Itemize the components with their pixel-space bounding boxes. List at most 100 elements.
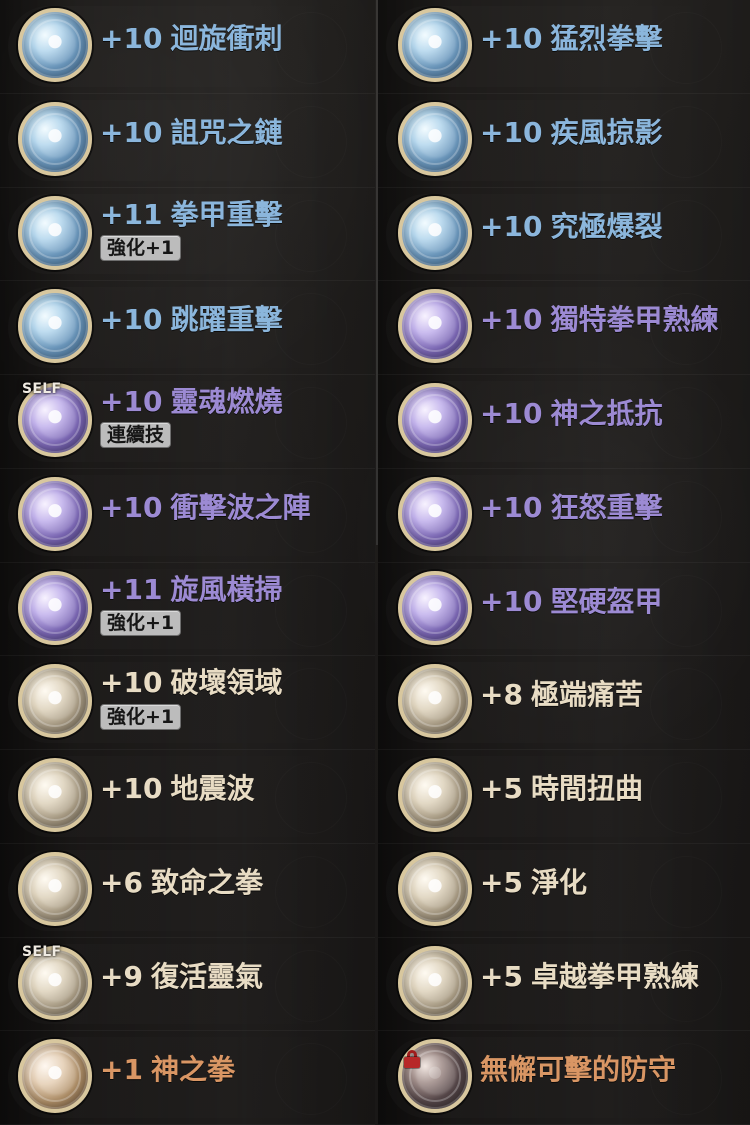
skill-name: 衝擊波之陣 (170, 490, 311, 524)
skill-level: +9 (100, 959, 143, 993)
skill-row-gauntlet-strike[interactable]: +11 拳甲重擊 強化+1 (0, 187, 375, 282)
skill-text: +10 迴旋衝刺 (100, 22, 367, 55)
skill-name: 猛烈拳擊 (550, 22, 663, 55)
skill-name: 復活靈氣 (150, 959, 263, 993)
skill-name: 淨化 (530, 865, 587, 899)
chain-curse-icon (18, 101, 92, 176)
skill-text: +10 究極爆裂 (480, 211, 742, 241)
fierce-punch-icon (398, 8, 472, 82)
skill-name: 拳甲重擊 (170, 197, 283, 231)
skill-text: +10 破壞領域 強化+1 (100, 666, 367, 730)
skill-row-gale-shadow[interactable]: +10 疾風掠影 (378, 93, 750, 188)
skill-level: +6 (100, 865, 143, 899)
leap-strike-icon (18, 289, 92, 364)
skill-row-rage-strike[interactable]: +10 狂怒重擊 (378, 468, 750, 563)
skill-level: +10 (100, 303, 163, 337)
self-tag: SELF (22, 943, 62, 960)
skill-text: +1 神之拳 (100, 1053, 367, 1087)
earthquake-wave-icon (18, 758, 92, 832)
skill-text: +10 堅硬盔甲 (480, 584, 742, 618)
gauntlet-strike-icon (18, 195, 92, 270)
deadly-fist-icon (18, 851, 92, 926)
skill-text: +10 跳躍重擊 (100, 303, 367, 337)
skill-level: +8 (480, 678, 523, 712)
skill-name: 跳躍重擊 (170, 303, 283, 337)
skill-row-swirl-dash[interactable]: +10 迴旋衝刺 (0, 0, 375, 94)
skill-text: 無懈可擊的防守 (480, 1055, 742, 1085)
god-fist-icon (18, 1039, 92, 1114)
skill-row-revival-aura[interactable]: SELF +9 復活靈氣 (0, 937, 375, 1032)
skill-text: +9 復活靈氣 (100, 959, 367, 993)
skill-text: +11 拳甲重擊 強化+1 (100, 197, 367, 261)
skill-name: 致命之拳 (150, 865, 263, 899)
hard-armor-icon (398, 570, 472, 645)
skill-text: +5 淨化 (480, 865, 742, 899)
skill-text: +5 卓越拳甲熟練 (480, 959, 742, 993)
skill-row-earthquake-wave[interactable]: +10 地震波 (0, 750, 375, 844)
skill-badge: 連續技 (100, 422, 172, 449)
skill-row-fierce-punch[interactable]: +10 猛烈拳擊 (378, 0, 750, 94)
skill-row-god-fist[interactable]: +1 神之拳 (0, 1031, 375, 1125)
skill-badge: 強化+1 (100, 234, 182, 261)
skill-row-hard-armor[interactable]: +10 堅硬盔甲 (378, 562, 750, 657)
swirl-fist-icon (18, 8, 92, 82)
skill-row-extreme-pain[interactable]: +8 極端痛苦 (378, 656, 750, 750)
skill-row-destruction-domain[interactable]: +10 破壞領域 強化+1 (0, 656, 375, 750)
skill-text: +10 猛烈拳擊 (480, 22, 742, 55)
skill-row-leap-strike[interactable]: +10 跳躍重擊 (0, 281, 375, 375)
skill-text: +10 狂怒重擊 (480, 490, 742, 524)
skill-level: +5 (480, 959, 523, 993)
skill-text: +8 極端痛苦 (480, 678, 742, 712)
skill-level: +5 (480, 865, 523, 899)
skill-level: +1 (100, 1053, 143, 1087)
skill-name: 神之抵抗 (550, 397, 663, 430)
skill-name: 堅硬盔甲 (550, 584, 663, 618)
gale-shadow-icon (398, 101, 472, 176)
skill-name: 狂怒重擊 (550, 490, 663, 524)
skill-row-time-distortion[interactable]: +5 時間扭曲 (378, 750, 750, 844)
skill-row-divine-resistance[interactable]: +10 神之抵抗 (378, 375, 750, 469)
time-distortion-icon (398, 758, 472, 832)
skill-badge: 強化+1 (100, 703, 182, 730)
skill-row-shockwave-formation[interactable]: +10 衝擊波之陣 (0, 468, 375, 563)
skill-row-deadly-fist[interactable]: +6 致命之拳 (0, 843, 375, 938)
skill-row-ultimate-burst[interactable]: +10 究極爆裂 (378, 187, 750, 282)
skill-level: +10 (480, 115, 543, 149)
skill-level: +10 (480, 490, 543, 524)
skill-row-unique-gauntlet-mastery[interactable]: +10 獨特拳甲熟練 (378, 281, 750, 375)
skill-column-right: +10 猛烈拳擊 +10 疾風掠影 +10 究極爆裂 +10 獨特拳甲熟練 +10 神之抵 (378, 0, 750, 1125)
skill-row-soul-burn[interactable]: SELF +10 靈魂燃燒 連續技 (0, 375, 375, 469)
skill-name: 獨特拳甲熟練 (550, 303, 719, 337)
skill-row-chain-curse[interactable]: +10 詛咒之鏈 (0, 93, 375, 188)
skill-row-purification[interactable]: +5 淨化 (378, 843, 750, 938)
skill-name: 時間扭曲 (530, 772, 643, 805)
skill-text: +10 詛咒之鏈 (100, 115, 367, 149)
skill-text: +10 靈魂燃燒 連續技 (100, 387, 367, 449)
skill-name: 卓越拳甲熟練 (530, 959, 699, 993)
skill-text: +11 旋風橫掃 強化+1 (100, 574, 367, 636)
skill-name: 迴旋衝刺 (170, 22, 283, 55)
skill-level: +10 (480, 22, 543, 55)
skill-level: +10 (480, 584, 543, 618)
skill-text: +10 神之抵抗 (480, 397, 742, 430)
shockwave-formation-icon (18, 476, 92, 551)
extreme-pain-icon (398, 664, 472, 739)
whirlwind-sweep-icon (18, 570, 92, 645)
purification-icon (398, 851, 472, 926)
skill-column-left: +10 迴旋衝刺 +10 詛咒之鏈 +11 拳甲重擊 強化+1 +10 跳躍重擊 SEL… (0, 0, 375, 1125)
skill-name: 詛咒之鏈 (170, 115, 283, 149)
skill-level: +10 (100, 490, 163, 524)
skill-name: 極端痛苦 (530, 678, 643, 712)
skill-row-flawless-defense[interactable]: 無懈可擊的防守 (378, 1031, 750, 1125)
destruction-domain-icon (18, 664, 92, 739)
rage-strike-icon (398, 476, 472, 551)
skill-list-screen: +10 迴旋衝刺 +10 詛咒之鏈 +11 拳甲重擊 強化+1 +10 跳躍重擊 SEL… (0, 0, 750, 1125)
skill-row-superior-gauntlet-mastery[interactable]: +5 卓越拳甲熟練 (378, 937, 750, 1032)
skill-name: 破壞領域 (170, 666, 283, 700)
ultimate-burst-icon (398, 195, 472, 270)
skill-level: +10 (100, 666, 163, 700)
skill-row-whirlwind-sweep[interactable]: +11 旋風橫掃 強化+1 (0, 562, 375, 657)
skill-name: 疾風掠影 (550, 115, 663, 149)
skill-level: +10 (480, 397, 543, 430)
skill-text: +10 疾風掠影 (480, 115, 742, 149)
